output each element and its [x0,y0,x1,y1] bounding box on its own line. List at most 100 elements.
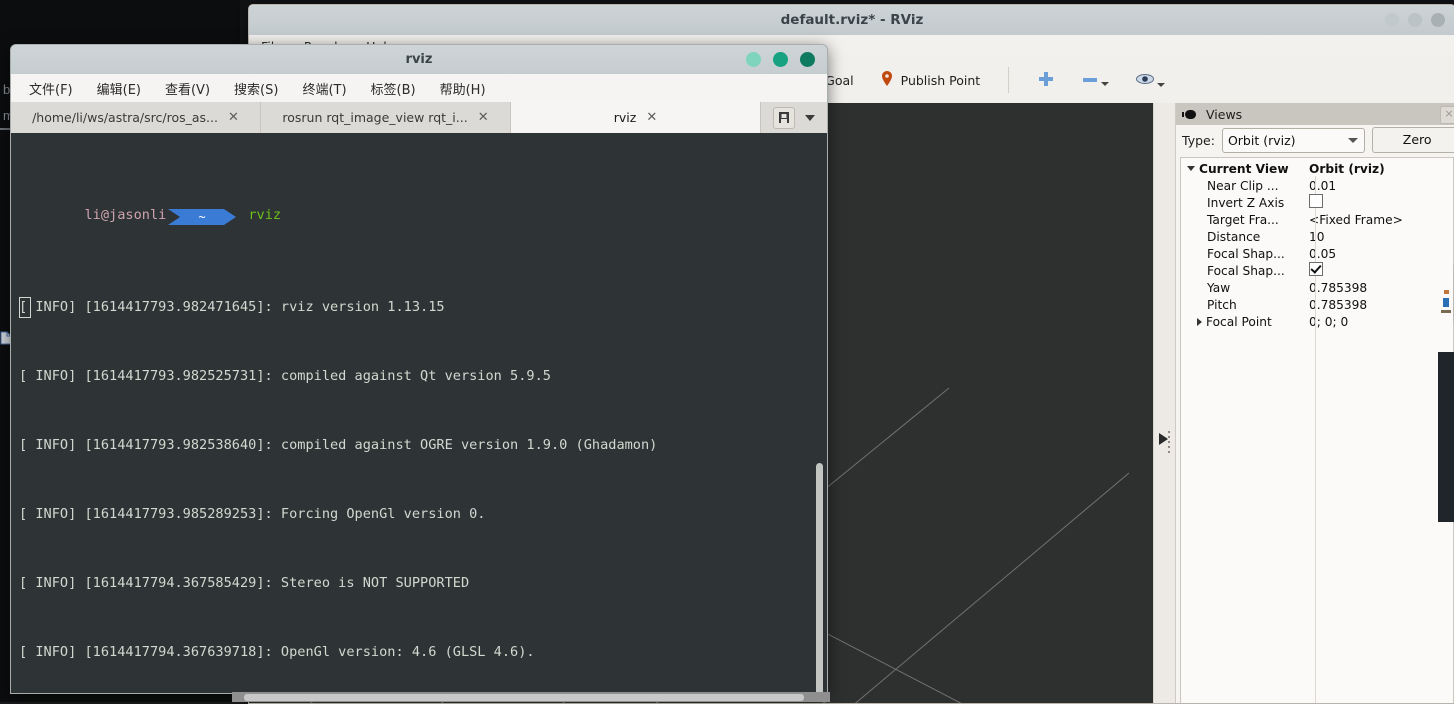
views-panel-close-button[interactable]: × [1440,106,1454,124]
rviz-titlebar[interactable]: default.rviz* - RViz [249,5,1454,36]
toolbar-add-button[interactable] [1037,70,1055,91]
svg-text:~: ~ [199,210,206,224]
tree-row-current-view[interactable]: Current View Orbit (rviz) [1181,160,1453,177]
terminal-cursor [19,297,31,318]
close-icon[interactable]: ✕ [228,110,239,125]
tree-column-divider [1315,176,1316,703]
menu-item-search[interactable]: 搜索(S) [234,79,278,98]
close-icon[interactable]: ✕ [646,110,657,125]
viewport-splitter[interactable] [1153,103,1176,703]
publish-point-label: Publish Point [900,72,981,88]
terminal-line-1: [ INFO] [1614417793.982525731]: compiled… [19,368,551,384]
terminal-prompt-line: li@jasonli ~ rviz [19,181,807,250]
terminal-tabbar-tools [761,102,827,133]
tree-row-target-frame[interactable]: Target Fra... <Fixed Frame> [1181,211,1453,228]
terminal-window: rviz 文件(F) 编辑(E) 查看(V) 搜索(S) 终端(T) 标签(B)… [10,44,828,694]
prompt-path-segment: ~ [166,207,248,225]
tree-row-focal-shape-fixed[interactable]: Focal Shap... [1181,262,1453,279]
terminal-line-5: [ INFO] [1614417794.367639718]: OpenGl v… [19,644,535,660]
new-tab-icon[interactable] [773,106,795,129]
tree-key-label: Focal Shap... [1207,246,1285,261]
terminal-scrollbar-track[interactable] [811,133,827,693]
focal-shape-fixed-checkbox[interactable] [1309,262,1323,276]
chevron-right-icon[interactable] [1197,317,1202,326]
tab-label: rosrun rqt_image_view rqt_i... [282,110,468,125]
terminal-body[interactable]: li@jasonli ~ rviz [ INFO] [1614417793.9824… [11,133,827,693]
terminal-window-controls [746,52,815,67]
tree-key-label: Yaw [1207,280,1231,295]
tree-key-label: Focal Shap... [1207,263,1285,278]
tool-publish-point[interactable]: Publish Point [880,70,981,91]
tree-value-label: 0.785398 [1309,297,1368,312]
toolbar-visibility-button[interactable] [1135,72,1166,89]
terminal-line-3: [ INFO] [1614417793.985289253]: Forcing … [19,506,486,522]
maximize-icon[interactable] [1408,13,1422,27]
maximize-icon[interactable] [773,52,788,67]
terminal-line-4: [ INFO] [1614417794.367585429]: Stereo i… [19,575,470,591]
menu-item-file[interactable]: 文件(F) [29,79,73,98]
terminal-tab-1[interactable]: rosrun rqt_image_view rqt_i... ✕ [261,102,511,133]
menu-item-view[interactable]: 查看(V) [165,79,210,98]
tree-key-label: Focal Point [1206,314,1272,329]
terminal-titlebar[interactable]: rviz [11,45,827,75]
terminal-tab-0[interactable]: /home/li/ws/astra/src/ros_as... ✕ [11,102,261,133]
views-zero-button[interactable]: Zero [1372,127,1454,153]
tab-label: rviz [613,110,637,125]
tree-row-pitch[interactable]: Pitch 0.785398 [1181,296,1453,313]
menu-item-terminal[interactable]: 终端(T) [302,79,346,98]
toolbar-remove-button[interactable] [1081,73,1110,88]
close-icon[interactable] [1431,13,1445,27]
tree-row-near-clip[interactable]: Near Clip ... 0.01 [1181,177,1453,194]
splitter-grip [1168,431,1170,456]
rviz-window-title: default.rviz* - RViz [780,12,924,28]
terminal-line-2: [ INFO] [1614417793.982538640]: compiled… [19,437,658,453]
tree-value-label: 0.785398 [1309,280,1368,295]
chevron-down-icon[interactable] [805,114,815,121]
terminal-scrollbar-thumb[interactable] [816,463,823,693]
chevron-down-icon [1348,137,1359,143]
tree-value-label: Orbit (rviz) [1309,161,1385,176]
edge-artifact-panel [1438,352,1454,522]
views-type-select[interactable]: Orbit (rviz) [1221,127,1366,153]
menu-item-help[interactable]: 帮助(H) [440,79,486,98]
tree-row-yaw[interactable]: Yaw 0.785398 [1181,279,1453,296]
tree-key-label: Near Clip ... [1207,178,1279,193]
tree-key-label: Target Fra... [1207,212,1279,227]
camera-icon [1182,105,1200,124]
tree-key-label: Invert Z Axis [1207,195,1285,210]
tree-value-label: 0.01 [1309,178,1337,193]
rviz-window-controls [1385,13,1445,27]
tree-value-label: 10 [1309,229,1325,244]
tree-row-distance[interactable]: Distance 10 [1181,228,1453,245]
tree-row-focal-point[interactable]: Focal Point 0; 0; 0 [1181,313,1453,330]
close-icon[interactable] [800,52,815,67]
toolbar-separator [1008,67,1010,93]
map-marker-icon [880,70,894,91]
minimize-icon[interactable] [1385,13,1399,27]
minimize-icon[interactable] [746,52,761,67]
edge-artifact-2 [1443,298,1449,307]
background-hscrollbar-thumb[interactable] [244,694,804,701]
terminal-output: li@jasonli ~ rviz [ INFO] [1614417793.9824… [19,135,807,693]
tree-row-invert-z-axis[interactable]: Invert Z Axis [1181,194,1453,211]
tree-key-label: Distance [1207,229,1261,244]
views-type-value: Orbit (rviz) [1227,132,1296,148]
splitter-expand-arrow-icon[interactable] [1159,433,1168,445]
terminal-tabbar: /home/li/ws/astra/src/ros_as... ✕ rosrun… [11,102,827,133]
menu-item-tabs[interactable]: 标签(B) [371,79,416,98]
tree-value-label: 0; 0; 0 [1309,314,1349,329]
close-icon[interactable]: ✕ [478,110,489,125]
tree-value-label: <Fixed Frame> [1309,212,1403,227]
prompt-command: rviz [248,207,282,223]
eye-icon [1135,72,1155,89]
invert-z-axis-checkbox[interactable] [1309,194,1323,208]
tree-row-focal-shape-size[interactable]: Focal Shap... 0.05 [1181,245,1453,262]
chevron-down-icon[interactable] [1187,166,1195,171]
views-type-label: Type: [1182,132,1215,148]
chevron-down-icon-2[interactable] [1157,82,1166,87]
menu-item-edit[interactable]: 编辑(E) [97,79,141,98]
chevron-down-icon[interactable] [1101,81,1110,86]
views-property-tree[interactable]: Current View Orbit (rviz) Near Clip ... … [1180,157,1454,703]
terminal-tab-2[interactable]: rviz ✕ [511,102,761,133]
edge-artifact-3 [1441,310,1451,313]
